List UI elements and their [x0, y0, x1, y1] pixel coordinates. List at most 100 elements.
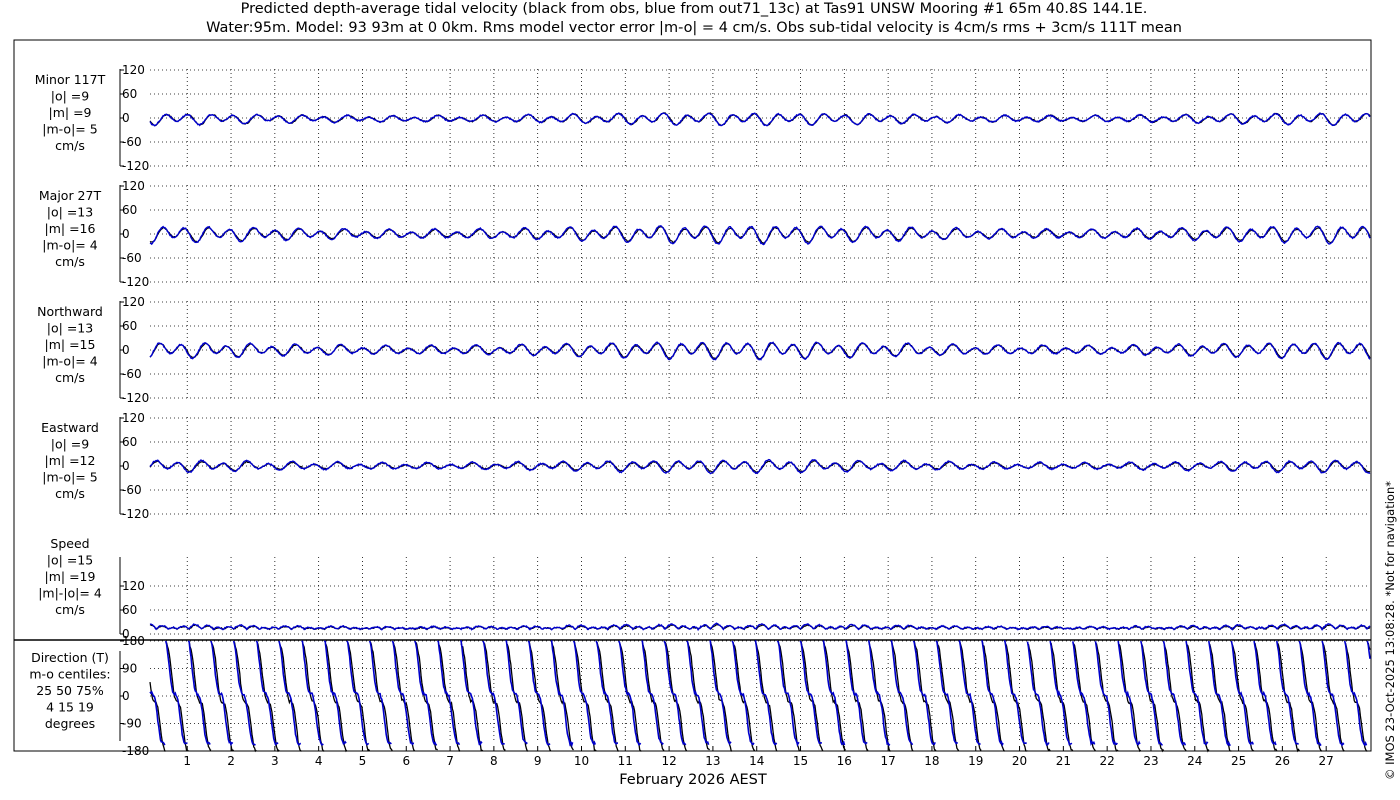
x-tick-label: 1 [183, 754, 191, 768]
x-tick-label: 14 [749, 754, 764, 768]
series-model-north [149, 341, 1371, 361]
panel-label-line: Direction (T) [31, 650, 109, 665]
panel-label-line: |m-o|= 5 [42, 122, 97, 137]
series-obs-direction [1050, 642, 1074, 752]
panel-label-line: Eastward [41, 420, 99, 435]
series-obs-north [149, 342, 1371, 360]
y-tick-label: -60 [122, 367, 142, 381]
y-tick-label: 0 [122, 343, 130, 357]
x-tick-label: 24 [1187, 754, 1202, 768]
x-tick-label: 10 [574, 754, 589, 768]
x-tick-label: 26 [1275, 754, 1290, 768]
panel-direction: Direction (T) m-o centiles:25 50 75% 4 15 … [29, 634, 1371, 758]
figure-frame [13, 39, 1372, 752]
chart-title-line-2: Water:95m. Model: 93 93m at 0 0km. Rms m… [206, 20, 1182, 36]
x-tick-label: 2 [227, 754, 235, 768]
panel-label-line: |m-o|= 4 [42, 238, 97, 253]
tidal-velocity-figure: Predicted depth-average tidal velocity (… [13, 1, 1397, 788]
y-tick-label: -120 [122, 391, 149, 405]
y-tick-label: 0 [122, 459, 130, 473]
y-tick-label: 0 [122, 689, 130, 703]
series-model-direction [255, 640, 279, 746]
series-model-direction [505, 640, 528, 745]
y-tick-label: -60 [122, 251, 142, 265]
y-tick-label: 120 [122, 411, 145, 425]
panel-label-line: |m| =16 [45, 221, 96, 236]
x-tick-label: 27 [1319, 754, 1334, 768]
panel-north: Northward |o| =13|m| =15 |m-o|= 4cm/s 120 60… [37, 295, 1371, 405]
series-model-direction [301, 640, 324, 746]
x-tick-label: 19 [968, 754, 983, 768]
y-tick-label: -180 [122, 744, 149, 758]
x-tick-label: 9 [534, 754, 542, 768]
panel-label-line: 25 50 75% [36, 683, 104, 698]
panel-label-line: |o| =9 [51, 89, 90, 104]
panel-label-line: |o| =9 [51, 437, 90, 452]
x-tick-label: 4 [315, 754, 323, 768]
series-model-direction [414, 640, 438, 746]
y-tick-label: 120 [122, 579, 145, 593]
series-model-direction [368, 640, 392, 745]
series-model-direction [641, 640, 664, 746]
panel-label-line: |m| =12 [45, 453, 96, 468]
series-model-direction [346, 640, 370, 746]
y-tick-label: -60 [122, 135, 142, 149]
x-tick-label: 7 [446, 754, 454, 768]
series-model-direction [278, 640, 302, 746]
panel-label-line: |m|-|o|= 4 [38, 586, 102, 601]
panel-label-line: |o| =13 [47, 321, 93, 336]
panel-label-line: |o| =13 [47, 205, 93, 220]
series-model-direction [149, 690, 166, 746]
series-model-direction [709, 640, 732, 746]
chart-title-line-1: Predicted depth-average tidal velocity (… [241, 1, 1148, 17]
x-tick-label: 3 [271, 754, 279, 768]
x-tick-label: 22 [1100, 754, 1115, 768]
series-model-direction [437, 640, 461, 746]
y-tick-label: 60 [122, 435, 137, 449]
panel-label-line: Major 27T [39, 188, 102, 203]
series-obs-direction [573, 641, 597, 752]
series-model-direction [799, 640, 822, 744]
panel-label-line: |m| =9 [49, 105, 92, 120]
series-model-major [149, 225, 1371, 246]
y-tick-label: 60 [122, 203, 137, 217]
series-model-direction [527, 640, 551, 746]
series-model-direction [210, 640, 234, 747]
panel-east: Eastward |o| =9|m| =12 |m-o|= 5cm/s 120 60 0 -… [41, 411, 1371, 521]
copyright-notice: © IMOS 23-Oct-2025 13:08:28. *Not for na… [1383, 481, 1397, 780]
y-tick-label: 60 [122, 87, 137, 101]
panel-label-line: |o| =15 [47, 553, 93, 568]
chart-layer: 1 2 3 4 5 6 7 8 9 10 11 12 13 14 15 16 17 18 19 20 21 22 23 24 2… [13, 39, 1372, 768]
series-obs-direction [188, 641, 212, 751]
series-model-minor [149, 112, 1371, 127]
x-tick-label: 13 [705, 754, 720, 768]
series-model-direction [482, 640, 505, 746]
panel-label-line: cm/s [55, 602, 85, 617]
x-tick-label: 18 [924, 754, 939, 768]
x-axis-label: February 2026 AEST [619, 772, 767, 788]
y-tick-label: 120 [122, 63, 145, 77]
panel-label-line: cm/s [55, 486, 85, 501]
series-obs-direction [1005, 643, 1028, 752]
y-tick-label: -120 [122, 507, 149, 521]
y-tick-label: -60 [122, 483, 142, 497]
panel-major: Major 27T |o| =13|m| =16 |m-o|= 4cm/s 120 60… [39, 179, 1371, 289]
panel-label-line: |m-o|= 4 [42, 354, 97, 369]
panel-label-line: cm/s [55, 138, 85, 153]
x-tick-label: 16 [837, 754, 852, 768]
x-tick-label: 8 [490, 754, 498, 768]
y-tick-label: 0 [122, 227, 130, 241]
y-tick-label: 60 [122, 603, 137, 617]
y-tick-label: 120 [122, 295, 145, 309]
y-tick-label: 60 [122, 319, 137, 333]
x-tick-label: 25 [1231, 754, 1246, 768]
series-model-east [149, 458, 1371, 475]
panel-label-line: 4 15 19 [46, 700, 94, 715]
x-tick-label: 17 [880, 754, 895, 768]
y-tick-label: -90 [122, 717, 142, 731]
x-tick-label: 21 [1056, 754, 1071, 768]
series-model-direction [187, 640, 211, 745]
panel-label-line: |m| =19 [45, 569, 96, 584]
x-tick-label: 15 [793, 754, 808, 768]
panel-label-line: Speed [50, 536, 89, 551]
